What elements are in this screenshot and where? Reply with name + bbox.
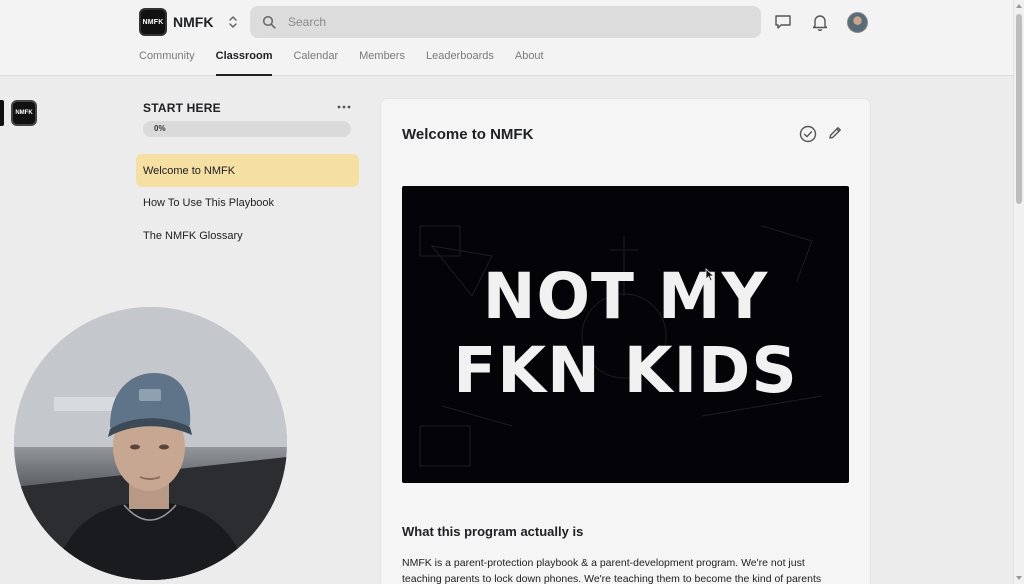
search-input[interactable] bbox=[288, 15, 728, 29]
course-title: START HERE bbox=[143, 101, 221, 115]
chevron-up-down-icon[interactable] bbox=[227, 14, 239, 30]
pencil-icon[interactable] bbox=[827, 125, 843, 141]
tab-members[interactable]: Members bbox=[359, 50, 405, 76]
progress-label: 0% bbox=[154, 124, 166, 133]
top-header: NMFK NMFK Community Classroom Calendar M… bbox=[0, 0, 1024, 76]
video-player[interactable]: NOT MY FKN KIDS bbox=[402, 186, 849, 483]
scrollbar-thumb[interactable] bbox=[1016, 14, 1022, 204]
tab-community[interactable]: Community bbox=[139, 50, 195, 76]
section-heading: What this program actually is bbox=[402, 524, 584, 539]
mouse-cursor-icon bbox=[705, 268, 715, 282]
video-title-line-2: FKN KIDS bbox=[453, 334, 798, 407]
lesson-title: Welcome to NMFK bbox=[402, 126, 534, 143]
tab-classroom[interactable]: Classroom bbox=[215, 50, 273, 76]
nav-tabs: Community Classroom Calendar Members Lea… bbox=[139, 50, 544, 76]
page-scrollbar[interactable] bbox=[1013, 0, 1024, 584]
more-horizontal-icon[interactable] bbox=[336, 100, 352, 114]
lesson-body-text: NMFK is a parent-protection playbook & a… bbox=[402, 557, 822, 584]
brand[interactable]: NMFK NMFK bbox=[139, 8, 239, 36]
tab-calendar[interactable]: Calendar bbox=[293, 50, 338, 76]
tab-leaderboards[interactable]: Leaderboards bbox=[426, 50, 494, 76]
edge-indicator bbox=[0, 100, 4, 126]
lesson-item-how-to-use[interactable]: How To Use This Playbook bbox=[136, 186, 359, 219]
webcam-overlay[interactable] bbox=[14, 307, 287, 580]
scroll-down-arrow-icon[interactable] bbox=[1016, 575, 1022, 581]
lesson-item-welcome[interactable]: Welcome to NMFK bbox=[136, 154, 359, 187]
check-circle-icon[interactable] bbox=[799, 125, 817, 143]
presenter-video-icon bbox=[14, 307, 287, 580]
user-avatar[interactable] bbox=[847, 12, 868, 33]
chat-icon[interactable] bbox=[773, 12, 793, 32]
bell-icon[interactable] bbox=[810, 12, 830, 32]
lesson-item-glossary[interactable]: The NMFK Glossary bbox=[136, 219, 359, 252]
video-title-line-1: NOT MY bbox=[482, 260, 769, 333]
brand-logo[interactable]: NMFK bbox=[139, 8, 167, 36]
tab-about[interactable]: About bbox=[515, 50, 544, 76]
search-bar[interactable] bbox=[250, 6, 761, 38]
brand-name[interactable]: NMFK bbox=[173, 14, 213, 30]
scroll-up-arrow-icon[interactable] bbox=[1016, 3, 1022, 9]
course-progress-bar: 0% bbox=[143, 121, 351, 137]
lesson-content-card: Welcome to NMFK NOT MY FKN KIDS What thi… bbox=[381, 99, 870, 584]
side-logo[interactable]: NMFK bbox=[11, 100, 37, 126]
search-icon bbox=[262, 15, 276, 29]
